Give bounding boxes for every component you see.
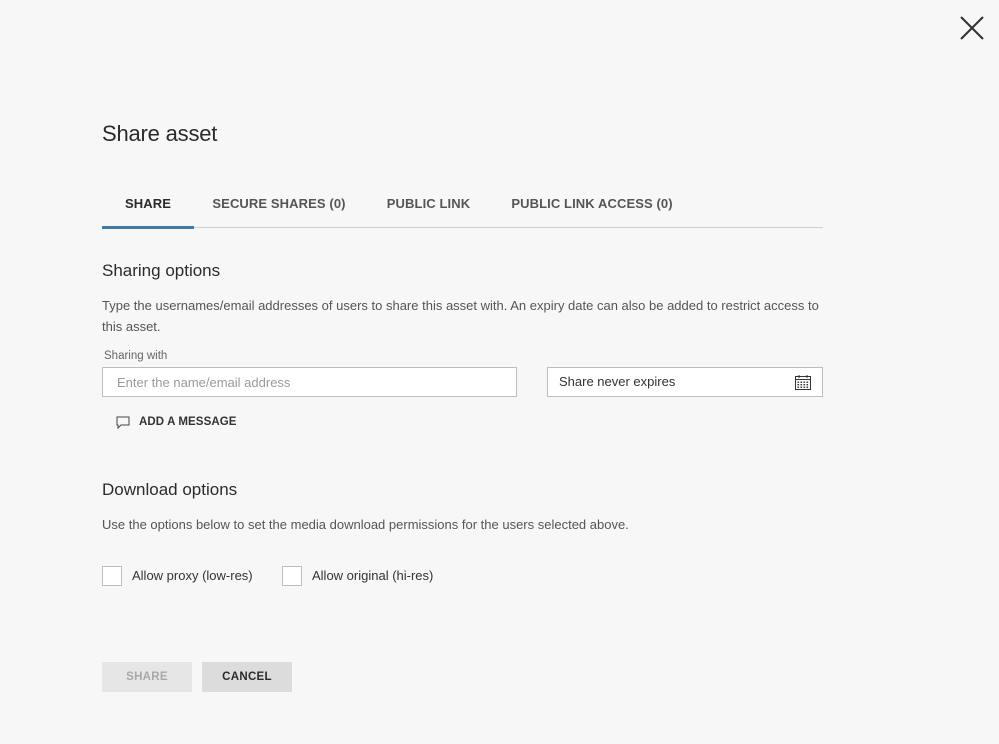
dialog-title: Share asset (102, 121, 218, 146)
tab-bar: SHARE SECURE SHARES (0) PUBLIC LINK PUBL… (102, 180, 823, 229)
expiry-date-value: Share never expires (559, 374, 676, 389)
share-asset-dialog: Share asset SHARE SECURE SHARES (0) PUBL… (0, 0, 999, 744)
expiry-date-field[interactable]: Share never expires (547, 367, 823, 397)
sharing-with-label: Sharing with (104, 350, 168, 362)
close-button[interactable] (958, 14, 986, 42)
download-options-heading: Download options (102, 480, 238, 499)
add-message-label: ADD A MESSAGE (139, 416, 237, 428)
download-options-description: Use the options below to set the media d… (102, 517, 629, 532)
sharing-options-description: Type the usernames/email addresses of us… (102, 298, 819, 334)
tab-share[interactable]: SHARE (102, 180, 194, 229)
close-icon (960, 16, 984, 40)
sharing-with-input[interactable] (102, 367, 517, 397)
cancel-button[interactable]: CANCEL (202, 662, 292, 692)
tab-public-link-access[interactable]: PUBLIC LINK ACCESS (0) (509, 180, 675, 227)
speech-bubble-icon (116, 416, 130, 429)
sharing-options-heading: Sharing options (102, 261, 221, 280)
tab-public-link[interactable]: PUBLIC LINK (381, 180, 476, 227)
tab-secure-shares[interactable]: SECURE SHARES (0) (208, 180, 350, 227)
allow-original-checkbox[interactable] (282, 566, 302, 586)
allow-proxy-label: Allow proxy (low-res) (132, 568, 253, 583)
allow-original-label: Allow original (hi-res) (312, 568, 434, 583)
allow-proxy-checkbox[interactable] (102, 566, 122, 586)
calendar-icon[interactable] (795, 375, 811, 390)
share-button[interactable]: SHARE (102, 662, 192, 692)
